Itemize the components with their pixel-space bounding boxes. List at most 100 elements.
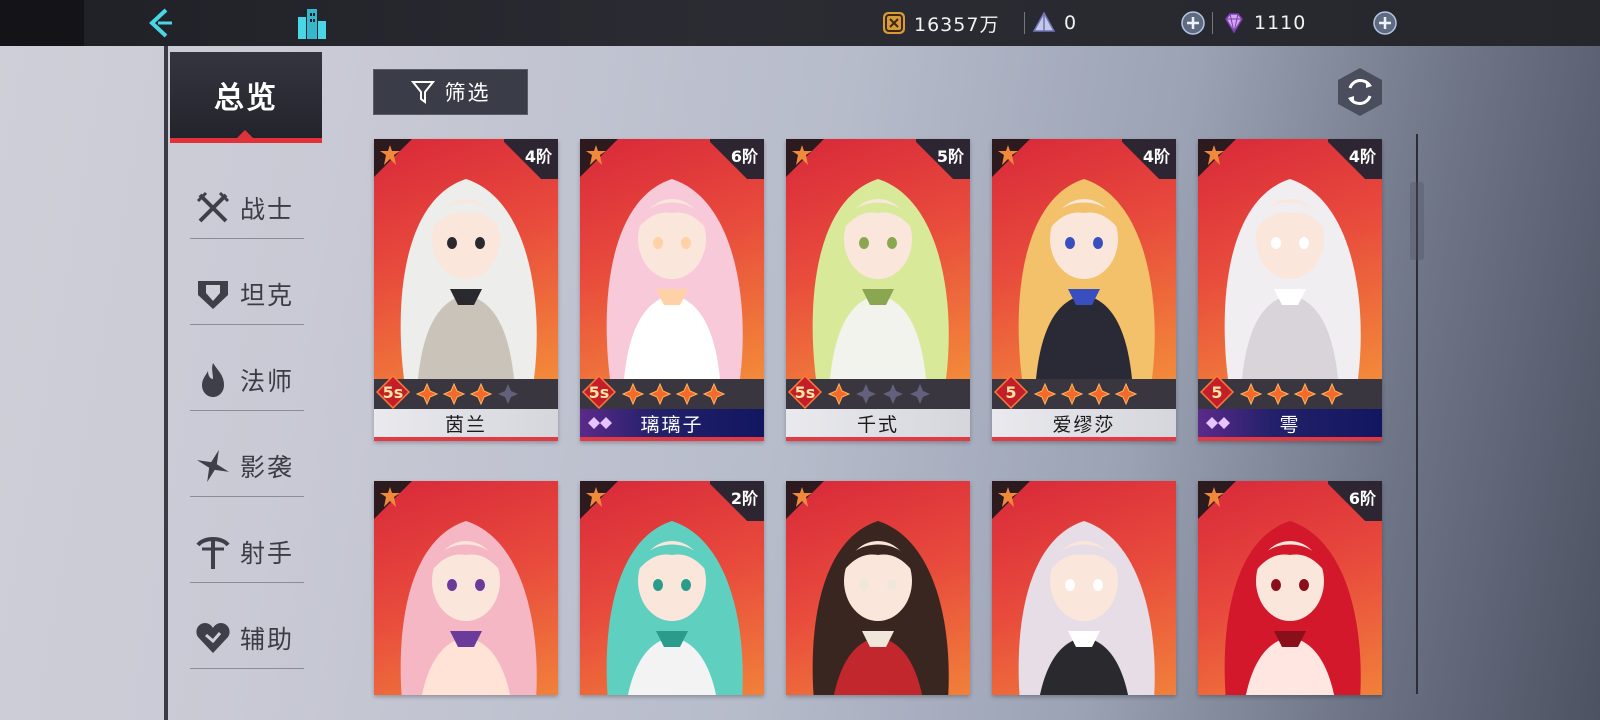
star-filled-icon [1088, 383, 1110, 405]
sidebar-item-archer[interactable]: 射手 [190, 522, 304, 583]
star-filled-icon [1034, 383, 1056, 405]
star-rating [828, 383, 931, 405]
tab-overview[interactable]: 总览 [170, 52, 322, 138]
add-gems-button[interactable] [1372, 10, 1398, 36]
star-empty-icon [883, 384, 903, 404]
rank-badge-icon: 5s [788, 375, 822, 409]
tier-badge: 4阶 [1328, 139, 1382, 179]
character-name: 雩 [1279, 413, 1301, 436]
character-card[interactable]: 2阶 [580, 481, 764, 695]
back-button[interactable] [140, 4, 180, 42]
ticket-amount: 0 [1064, 12, 1078, 34]
character-card[interactable]: 6阶 5s 璃璃子 [580, 139, 764, 441]
rank-badge-icon: 5s [582, 375, 616, 409]
star-filled-icon [443, 383, 465, 405]
heart-icon [196, 623, 230, 653]
character-card[interactable]: 6阶 [1198, 481, 1382, 695]
top-bar-left-panel [0, 0, 84, 46]
funnel-icon [410, 81, 435, 104]
character-card[interactable]: 4阶 5 雩 [1198, 139, 1382, 441]
gem-amount: 1110 [1254, 12, 1307, 34]
separator [1024, 12, 1025, 34]
special-emblem-icon [1206, 417, 1230, 429]
faction-emblem-icon [586, 487, 606, 507]
gold-coin-icon [883, 12, 905, 34]
character-card[interactable] [786, 481, 970, 695]
star-filled-icon [416, 383, 438, 405]
faction-emblem-icon [792, 487, 812, 507]
character-card[interactable]: 5阶 5s 千式 [786, 139, 970, 441]
bow-icon [196, 537, 230, 569]
name-bar: 千式 [786, 409, 970, 437]
faction-emblem-icon [1204, 145, 1224, 165]
character-card[interactable] [374, 481, 558, 695]
gold-amount: 16357万 [914, 13, 1000, 36]
add-tickets-button[interactable] [1180, 10, 1206, 36]
character-name: 茵兰 [444, 413, 487, 436]
rank-label: 5 [1005, 383, 1016, 402]
faction-emblem-icon [586, 145, 606, 165]
tab-overview-label: 总览 [214, 81, 278, 116]
tier-badge: 4阶 [504, 139, 558, 179]
sidebar-item-assassin[interactable]: 影袭 [190, 436, 304, 497]
rank-label: 5s [795, 383, 816, 402]
selected-underline [170, 138, 322, 143]
star-filled-icon [676, 383, 698, 405]
sidebar-item-tank[interactable]: 坦克 [190, 264, 304, 325]
star-filled-icon [1115, 383, 1137, 405]
rank-badge-icon: 5s [376, 375, 410, 409]
faction-emblem-icon [998, 145, 1018, 165]
name-bar: 爱缪莎 [992, 409, 1176, 437]
sidebar-item-mage[interactable]: 法师 [190, 350, 304, 411]
star-empty-icon [856, 384, 876, 404]
star-rating [1240, 383, 1343, 405]
sidebar-item-support[interactable]: 辅助 [190, 608, 304, 669]
filter-button[interactable]: 筛选 [373, 69, 528, 115]
sidebar-item-label: 坦克 [240, 281, 295, 310]
star-filled-icon [1061, 383, 1083, 405]
sidebar-item-warrior[interactable]: 战士 [190, 178, 304, 239]
crystal-pyramid-icon [1032, 11, 1056, 32]
character-card[interactable] [992, 481, 1176, 695]
star-filled-icon [1321, 383, 1343, 405]
rank-badge-icon: 5 [994, 375, 1028, 409]
star-empty-icon [910, 384, 930, 404]
separator [1212, 12, 1213, 34]
star-rating [622, 383, 725, 405]
star-filled-icon [1267, 383, 1289, 405]
character-card[interactable]: 4阶 5s 茵兰 [374, 139, 558, 441]
tier-badge: 2阶 [710, 481, 764, 521]
character-name: 千式 [856, 413, 899, 436]
back-arrow-icon [149, 8, 172, 38]
character-name: 璃璃子 [640, 413, 704, 436]
refresh-button[interactable] [1336, 66, 1384, 118]
star-empty-icon [498, 384, 518, 404]
character-name: 爱缪莎 [1052, 413, 1116, 436]
sidebar-divider [164, 46, 168, 720]
gold-currency: 16357万 [882, 9, 999, 37]
faction-emblem-icon [380, 145, 400, 165]
rank-label: 5s [383, 383, 404, 402]
star-rating [1034, 383, 1137, 405]
scrollbar-thumb[interactable] [1410, 182, 1424, 260]
ticket-currency: 0 [1032, 9, 1077, 37]
rank-badge-icon: 5 [1200, 375, 1234, 409]
star-filled-icon [1240, 383, 1262, 405]
sidebar-item-label: 射手 [240, 539, 295, 568]
tier-badge: 6阶 [710, 139, 764, 179]
faction-emblem-icon [998, 487, 1018, 507]
gem-icon [1225, 13, 1243, 34]
name-bar: 璃璃子 [580, 409, 764, 437]
character-card[interactable]: 4阶 5 爱缪莎 [992, 139, 1176, 441]
home-button[interactable] [292, 4, 332, 42]
star-filled-icon [703, 383, 725, 405]
sidebar-item-label: 影袭 [240, 453, 295, 482]
star-filled-icon [828, 383, 850, 405]
star-filled-icon [470, 383, 492, 405]
filter-label: 筛选 [444, 81, 491, 105]
flame-icon [202, 363, 224, 397]
star-filled-icon [1294, 383, 1316, 405]
sidebar-item-label: 法师 [240, 367, 295, 396]
city-icon [298, 9, 326, 39]
faction-emblem-icon [792, 145, 812, 165]
